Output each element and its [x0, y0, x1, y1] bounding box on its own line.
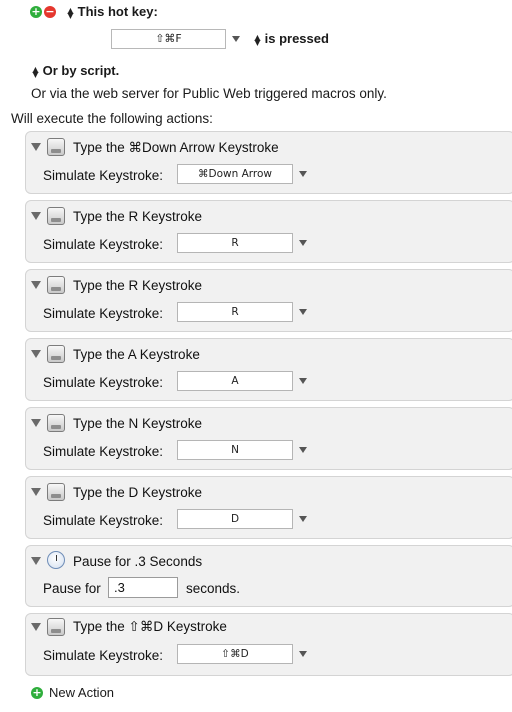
script-trigger-row: ▲ ▼ Or by script. — [32, 63, 119, 78]
keystroke-field[interactable]: N — [177, 440, 293, 460]
simulate-keystroke-label: Simulate Keystroke: — [43, 513, 164, 528]
popup-arrow-icon[interactable] — [299, 309, 307, 315]
actions-header: Will execute the following actions: — [11, 111, 213, 126]
trigger-type-updown-icon[interactable]: ▲ ▼ — [67, 6, 74, 19]
action-keystroke: Type the N Keystroke Simulate Keystroke:… — [25, 407, 512, 470]
keyboard-icon — [47, 207, 65, 225]
seconds-label: seconds. — [186, 581, 241, 596]
popup-arrow-icon[interactable] — [299, 447, 307, 453]
popup-arrow-icon[interactable] — [299, 651, 307, 657]
new-action-button[interactable]: + New Action — [31, 685, 114, 700]
action-title: Type the R Keystroke — [73, 278, 203, 293]
disclosure-triangle-icon[interactable] — [31, 557, 41, 565]
hotkey-popup-arrow-icon[interactable] — [232, 36, 240, 42]
hotkey-field[interactable]: ⇧⌘F — [111, 29, 226, 49]
keystroke-field[interactable]: ⌘Down Arrow — [177, 164, 293, 184]
simulate-keystroke-label: Simulate Keystroke: — [43, 375, 164, 390]
action-keystroke: Type the ⌘Down Arrow Keystroke Simulate … — [25, 131, 512, 194]
action-title: Type the A Keystroke — [73, 347, 200, 362]
popup-arrow-icon[interactable] — [299, 516, 307, 522]
action-keystroke: Type the R Keystroke Simulate Keystroke:… — [25, 269, 512, 332]
pressed-updown-icon[interactable]: ▲ ▼ — [254, 33, 261, 46]
action-keystroke: Type the ⇧⌘D Keystroke Simulate Keystrok… — [25, 613, 512, 676]
trigger-add-remove: + − — [30, 6, 56, 18]
web-server-text: Or via the web server for Public Web tri… — [31, 86, 387, 101]
hotkey-trigger-row: ▲ ▼ This hot key: — [67, 4, 158, 19]
disclosure-triangle-icon[interactable] — [31, 281, 41, 289]
new-action-label: New Action — [49, 685, 115, 700]
plus-circle-icon: + — [31, 685, 43, 699]
simulate-keystroke-label: Simulate Keystroke: — [43, 648, 164, 663]
keyboard-icon — [47, 345, 65, 363]
keyboard-icon — [47, 483, 65, 501]
action-keystroke: Type the A Keystroke Simulate Keystroke:… — [25, 338, 512, 401]
keystroke-field[interactable]: D — [177, 509, 293, 529]
action-title: Type the ⇧⌘D Keystroke — [73, 619, 227, 634]
keyboard-icon — [47, 276, 65, 294]
keyboard-icon — [47, 138, 65, 156]
hotkey-label: This hot key: — [77, 4, 158, 19]
keystroke-field[interactable]: R — [177, 302, 293, 322]
simulate-keystroke-label: Simulate Keystroke: — [43, 237, 164, 252]
action-keystroke: Type the R Keystroke Simulate Keystroke:… — [25, 200, 512, 263]
pressed-label: is pressed — [264, 31, 329, 46]
remove-trigger-icon[interactable]: − — [44, 6, 56, 18]
popup-arrow-icon[interactable] — [299, 171, 307, 177]
pause-seconds-input[interactable]: .3 — [108, 577, 178, 598]
keyboard-icon — [47, 618, 65, 636]
action-title: Type the ⌘Down Arrow Keystroke — [73, 140, 279, 155]
simulate-keystroke-label: Simulate Keystroke: — [43, 168, 164, 183]
add-trigger-icon[interactable]: + — [30, 6, 42, 18]
keystroke-field[interactable]: A — [177, 371, 293, 391]
script-updown-icon[interactable]: ▲ ▼ — [32, 65, 39, 78]
keyboard-icon — [47, 414, 65, 432]
disclosure-triangle-icon[interactable] — [31, 350, 41, 358]
disclosure-triangle-icon[interactable] — [31, 488, 41, 496]
action-title: Type the D Keystroke — [73, 485, 203, 500]
disclosure-triangle-icon[interactable] — [31, 212, 41, 220]
disclosure-triangle-icon[interactable] — [31, 623, 41, 631]
action-title: Pause for .3 Seconds — [73, 554, 203, 569]
keystroke-field[interactable]: ⇧⌘D — [177, 644, 293, 664]
simulate-keystroke-label: Simulate Keystroke: — [43, 444, 164, 459]
action-title: Type the N Keystroke — [73, 416, 203, 431]
disclosure-triangle-icon[interactable] — [31, 419, 41, 427]
action-pause: Pause for .3 Seconds Pause for .3 second… — [25, 545, 512, 607]
popup-arrow-icon[interactable] — [299, 378, 307, 384]
pressed-row: ▲ ▼ is pressed — [254, 31, 329, 46]
action-keystroke: Type the D Keystroke Simulate Keystroke:… — [25, 476, 512, 539]
popup-arrow-icon[interactable] — [299, 240, 307, 246]
simulate-keystroke-label: Simulate Keystroke: — [43, 306, 164, 321]
pause-for-label: Pause for — [43, 581, 101, 596]
disclosure-triangle-icon[interactable] — [31, 143, 41, 151]
script-label: Or by script. — [42, 63, 120, 78]
action-title: Type the R Keystroke — [73, 209, 203, 224]
keystroke-field[interactable]: R — [177, 233, 293, 253]
clock-icon — [47, 551, 65, 569]
